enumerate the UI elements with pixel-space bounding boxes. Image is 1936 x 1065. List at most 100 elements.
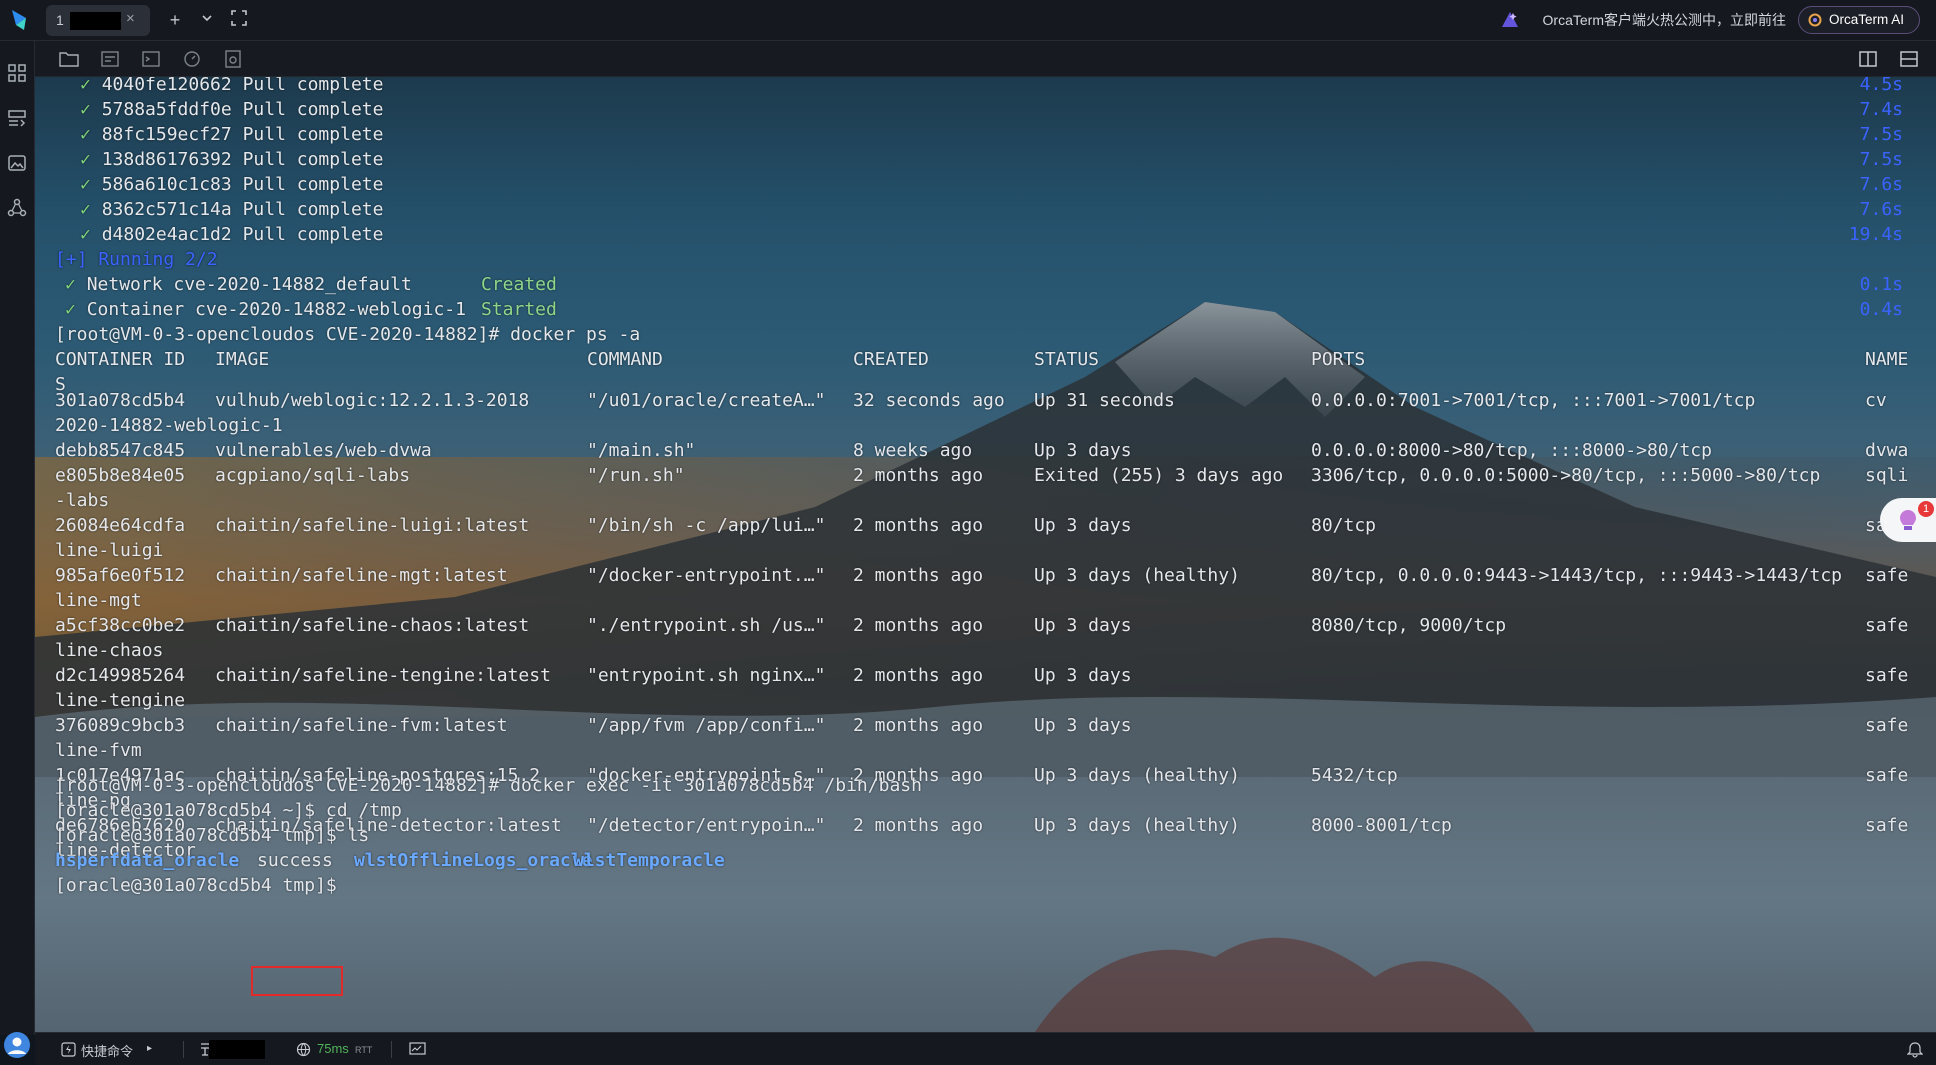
row-created: 2 months ago: [853, 465, 984, 486]
bell-icon[interactable]: [1907, 1041, 1923, 1058]
check-icon: ✓: [80, 77, 91, 95]
terminal-output[interactable]: ✓ 4040fe120662 Pull complete ✓ 5788a5fdd…: [35, 77, 1936, 1032]
split-horizontal-icon[interactable]: [1899, 50, 1919, 68]
row-container-id: d2c149985264: [55, 665, 186, 686]
container-name-wrap: line-mgt: [55, 590, 142, 611]
row-created: 2 months ago: [853, 615, 984, 636]
container-name-wrap: line-chaos: [55, 640, 164, 661]
row-created: 2 months ago: [853, 565, 984, 586]
new-tab-button[interactable]: +: [164, 9, 186, 31]
row-command: "/bin/sh -c /app/lui…": [587, 515, 826, 536]
sftp-folder-icon[interactable]: [59, 50, 79, 68]
check-icon: ✓: [80, 149, 91, 170]
row-image: chaitin/safeline-tengine:latest: [215, 665, 551, 686]
row-command: "/app/fvm /app/confi…": [587, 715, 826, 736]
ai-sparkle-icon: [1808, 13, 1822, 27]
ls-entry-dir: wlstOfflineLogs_oracle: [354, 850, 593, 871]
container-row: 26084e64cdfa chaitin/safeline-luigi:lates…: [55, 513, 1925, 538]
check-icon: ✓: [65, 274, 76, 295]
fullscreen-icon[interactable]: [228, 9, 250, 31]
check-icon: ✓: [80, 199, 91, 220]
pull-duration: 7.5s: [1859, 149, 1903, 170]
command-docker-exec: [root@VM-0-3-opencloudos CVE-2020-14882]…: [55, 775, 922, 796]
row-created: 8 weeks ago: [853, 440, 973, 461]
container-row: e805b8e84e05 acgpiano/sqli-labs "/run.sh" 2…: [55, 463, 1925, 488]
header-status: STATUS: [1034, 349, 1100, 370]
layer-status: Pull complete: [242, 224, 384, 245]
orcaterm-ai-button[interactable]: OrcaTerm AI: [1798, 6, 1920, 34]
row-status: Up 3 days: [1034, 665, 1132, 686]
quick-commands-arrow-icon[interactable]: ▸: [147, 1043, 152, 1054]
shell-prompt[interactable]: [oracle@301a078cd5b4 tmp]$: [55, 873, 337, 898]
ls-output: hsperfdata_oracle success wlstOfflineLog…: [55, 848, 855, 873]
pull-duration: 7.5s: [1859, 124, 1903, 145]
row-names: safe: [1865, 565, 1909, 586]
row-status: Up 3 days: [1034, 615, 1132, 636]
container-name-wrap: line-fvm: [55, 740, 142, 761]
row-status: Up 3 days: [1034, 715, 1132, 736]
check-icon: ✓: [80, 99, 91, 120]
lightning-icon: [61, 1042, 76, 1057]
row-status: Exited (255) 3 days ago: [1034, 465, 1284, 486]
layer-status: Pull complete: [242, 124, 384, 145]
pull-duration: 4.5s: [1859, 77, 1903, 95]
monitor-chart-icon[interactable]: [409, 1042, 426, 1057]
layer-id: 138d86176392: [101, 149, 232, 170]
apps-grid-icon[interactable]: [7, 63, 27, 83]
row-container-id: 376089c9bcb3: [55, 715, 186, 736]
row-status: Up 31 seconds: [1034, 390, 1175, 411]
row-status: Up 3 days (healthy): [1034, 815, 1240, 836]
row-ports: 5432/tcp: [1311, 765, 1398, 786]
row-command: "/main.sh": [587, 440, 696, 461]
server-list-icon[interactable]: [7, 108, 27, 128]
tab-close-icon[interactable]: ×: [126, 10, 135, 27]
check-icon: ✓: [80, 124, 91, 145]
orcaterm-logo-icon: [12, 10, 26, 30]
row-names: dvwa: [1865, 440, 1909, 461]
layer-status: Pull complete: [242, 99, 384, 120]
tab-list-dropdown-icon[interactable]: [196, 9, 218, 31]
monitor-gauge-icon[interactable]: [182, 50, 202, 68]
file-transfer-icon[interactable]: [100, 50, 120, 68]
terminal-window-icon[interactable]: [141, 50, 161, 68]
network-duration: 0.1s: [1859, 274, 1903, 295]
settings-doc-icon[interactable]: [223, 50, 243, 68]
image-gallery-icon[interactable]: [7, 153, 27, 173]
layer-id: d4802e4ac1d2: [101, 224, 232, 245]
row-names: safe: [1865, 765, 1909, 786]
row-names: sqli: [1865, 465, 1909, 486]
row-image: chaitin/safeline-chaos:latest: [215, 615, 530, 636]
container-name-wrap: 2020-14882-weblogic-1: [55, 415, 283, 436]
row-names: cv: [1865, 390, 1887, 411]
network-line: Network cve-2020-14882_default: [86, 274, 412, 295]
container-row: d2c149985264 chaitin/safeline-tengine:lat…: [55, 663, 1925, 688]
row-status: Up 3 days: [1034, 440, 1132, 461]
latency-value: 75ms: [317, 1041, 349, 1056]
row-created: 2 months ago: [853, 815, 984, 836]
pull-duration: 19.4s: [1848, 224, 1903, 245]
container-row: 985af6e0f512 chaitin/safeline-mgt:latest "…: [55, 563, 1925, 588]
row-command: "entrypoint.sh nginx…": [587, 665, 826, 686]
check-icon: ✓: [80, 224, 91, 245]
row-ports: 0.0.0.0:8000->80/tcp, :::8000->80/tcp: [1311, 440, 1712, 461]
layer-status: Pull complete: [242, 199, 384, 220]
split-vertical-icon[interactable]: [1858, 50, 1878, 68]
layer-id: 5788a5fddf0e: [101, 99, 232, 120]
sparkle-promo-icon: [1502, 12, 1518, 27]
pull-duration: 7.6s: [1859, 174, 1903, 195]
command-docker-ps: [root@VM-0-3-opencloudos CVE-2020-14882]…: [55, 324, 641, 345]
redacted-hostname: [70, 12, 121, 30]
user-avatar[interactable]: [4, 1032, 30, 1058]
row-command: "/docker-entrypoint.…": [587, 565, 826, 586]
ls-entry-file: success: [257, 850, 333, 871]
network-nodes-icon[interactable]: [7, 198, 27, 218]
ai-button-label: OrcaTerm AI: [1829, 12, 1905, 27]
row-ports: 0.0.0.0:7001->7001/tcp, :::7001->7001/tc…: [1311, 390, 1756, 411]
row-container-id: 26084e64cdfa: [55, 515, 186, 536]
quick-commands-button[interactable]: 快捷命令: [81, 1041, 133, 1060]
layer-status: Pull complete: [242, 77, 384, 95]
session-tab[interactable]: 1 ×: [46, 5, 150, 36]
row-container-id: 301a078cd5b4: [55, 390, 186, 411]
client-promo-link[interactable]: OrcaTerm客户端火热公测中，立即前往: [1543, 10, 1786, 30]
container-row: debb8547c845 vulnerables/web-dvwa "/main.s…: [55, 438, 1925, 463]
